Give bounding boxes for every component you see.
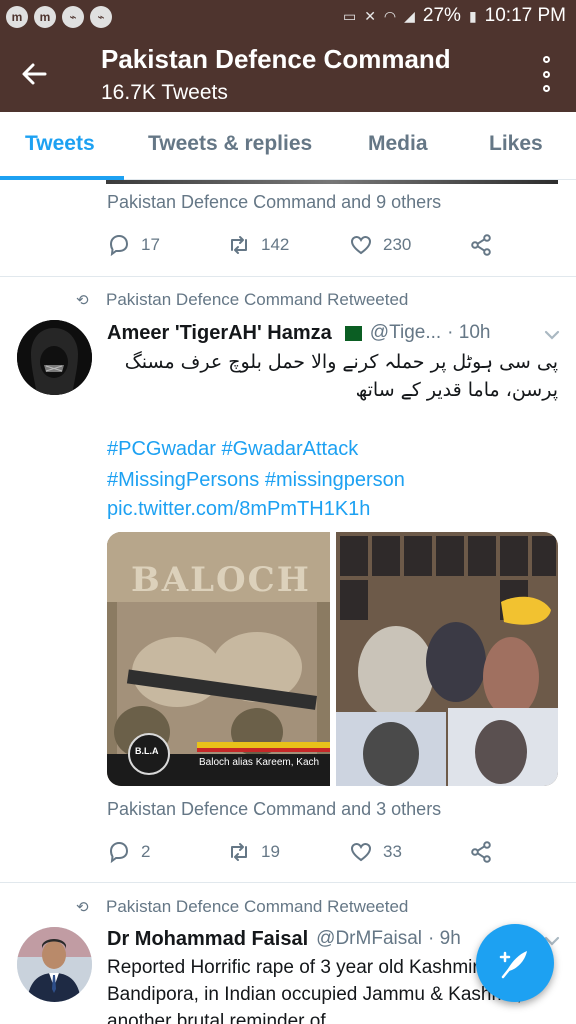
tab-tweets[interactable]: Tweets — [25, 132, 95, 156]
battery-level: 27% — [422, 5, 461, 26]
reply-button[interactable]: 17 — [107, 233, 160, 257]
man-in-suit-avatar-icon — [17, 927, 92, 1002]
clock: 10:17 PM — [484, 5, 566, 26]
author-handle[interactable]: @Tige... — [370, 322, 441, 344]
more-dot-icon — [542, 85, 550, 92]
tweet-header: Dr Mohammad Faisal @DrMFaisal · 9h — [107, 926, 516, 952]
m-app-icon: m — [6, 6, 28, 28]
retweeted-label: ⟲ Pakistan Defence Command Retweeted — [76, 290, 408, 310]
compose-feather-icon — [499, 951, 527, 979]
more-dot-icon — [542, 70, 550, 78]
notification-icons: m m ⌁ ⌁ — [6, 6, 112, 28]
author-name[interactable]: Ameer 'TigerAH' Hamza — [107, 322, 332, 345]
reply-count: 2 — [141, 842, 151, 861]
battery-icon: ▮ — [468, 7, 477, 24]
like-button[interactable]: 230 — [349, 233, 411, 257]
retweet-icon — [231, 236, 247, 254]
pakistan-flag-icon — [339, 325, 362, 341]
chevron-down-icon[interactable] — [542, 325, 562, 345]
signal-icon: ◢ — [404, 7, 415, 24]
author-name[interactable]: Dr Mohammad Faisal — [107, 928, 308, 951]
share-icon — [471, 841, 491, 863]
share-button[interactable] — [469, 233, 493, 257]
tweet-text: پی سی ہوٹل پر حملہ کرنے والا حمل بلوچ عر… — [124, 351, 558, 401]
profile-tabs: Tweets Tweets & replies Media Likes — [0, 112, 576, 180]
pic-link[interactable]: pic.twitter.com/8mPmTH1K1h — [107, 494, 370, 525]
reply-count: 17 — [141, 235, 160, 254]
liked-by-text[interactable]: Pakistan Defence Command and 3 others — [107, 799, 441, 820]
image-banner-text: BALOCH — [131, 560, 311, 600]
retweet-count: 19 — [261, 842, 280, 861]
tab-tweets-replies[interactable]: Tweets & replies — [148, 132, 312, 156]
retweeted-label: ⟲ Pakistan Defence Command Retweeted — [76, 897, 408, 917]
previous-tweet-image[interactable] — [106, 180, 558, 184]
media-image-right[interactable] — [335, 532, 559, 786]
share-icon — [471, 234, 491, 256]
reply-icon — [109, 234, 129, 257]
retweet-small-icon: ⟲ — [76, 292, 89, 309]
compose-tweet-button[interactable] — [476, 924, 554, 1002]
heart-icon — [350, 842, 372, 862]
like-count: 230 — [383, 235, 412, 254]
reply-icon — [109, 841, 129, 864]
hashtag-line[interactable]: #MissingPersons #missingperson — [107, 465, 405, 496]
tweet-time: · 9h — [428, 928, 461, 949]
status-bar: m m ⌁ ⌁ ▭ ✕ ◠ ◢ 27% ▮ 10:17 PM — [0, 0, 576, 34]
tweet-divider — [0, 276, 576, 277]
media-image-left[interactable]: BALOCH B.L.A Baloch alias Kareem, Kach — [107, 532, 330, 786]
hashtag-line[interactable]: #PCGwadar #GwadarAttack — [107, 434, 358, 465]
hooded-figure-avatar-icon — [17, 320, 92, 395]
retweet-button[interactable]: 19 — [227, 840, 280, 864]
tweet-feed[interactable]: Pakistan Defence Command and 9 others 17… — [0, 180, 576, 1024]
more-options-button[interactable] — [538, 56, 554, 92]
more-dot-icon — [542, 56, 550, 63]
retweeted-by-text: Pakistan Defence Command Retweeted — [106, 290, 409, 309]
image-caption-text: Baloch alias Kareem, Kach — [199, 757, 320, 768]
heart-icon — [350, 235, 372, 255]
m-app-icon: m — [34, 6, 56, 28]
tweet-divider — [0, 882, 576, 883]
share-button[interactable] — [469, 840, 493, 864]
back-arrow-icon — [22, 63, 47, 85]
retweet-button[interactable]: 142 — [227, 233, 289, 257]
tab-likes[interactable]: Likes — [489, 132, 543, 156]
tweet-count: 16.7K Tweets — [101, 81, 228, 104]
like-button[interactable]: 33 — [349, 840, 402, 864]
liked-by-text[interactable]: Pakistan Defence Command and 9 others — [107, 192, 441, 213]
avatar[interactable] — [17, 927, 92, 1002]
mute-icon: ✕ — [364, 7, 376, 24]
back-button[interactable] — [14, 54, 54, 94]
tweet-actions: 2 19 33 — [107, 840, 507, 868]
page-title: Pakistan Defence Command — [101, 44, 451, 74]
retweet-count: 142 — [261, 235, 290, 254]
retweet-icon — [231, 843, 247, 861]
protest-photo-image — [335, 532, 558, 786]
avatar[interactable] — [17, 320, 92, 395]
image-badge-text: B.L.A — [135, 746, 159, 756]
status-indicators: ▭ ✕ ◠ ◢ 27% ▮ 10:17 PM — [343, 5, 566, 27]
retweet-small-icon: ⟲ — [76, 899, 89, 916]
retweeted-by-text: Pakistan Defence Command Retweeted — [106, 897, 409, 916]
author-handle[interactable]: @DrMFaisal — [316, 928, 422, 950]
tweet-time: · 10h — [447, 322, 491, 343]
tab-media[interactable]: Media — [368, 132, 428, 156]
messenger-icon: ⌁ — [90, 6, 112, 28]
like-count: 33 — [383, 842, 402, 861]
tweet-header: Ameer 'TigerAH' Hamza @Tige... · 10h — [107, 320, 558, 346]
messenger-icon: ⌁ — [62, 6, 84, 28]
reply-button[interactable]: 2 — [107, 840, 150, 864]
tweet-actions: 17 142 230 — [107, 233, 507, 261]
wifi-icon: ◠ — [383, 7, 397, 24]
tweet-media[interactable]: BALOCH B.L.A Baloch alias Kareem, Kach — [107, 532, 558, 786]
cast-icon: ▭ — [342, 7, 357, 24]
app-bar: Pakistan Defence Command 16.7K Tweets — [0, 34, 576, 112]
